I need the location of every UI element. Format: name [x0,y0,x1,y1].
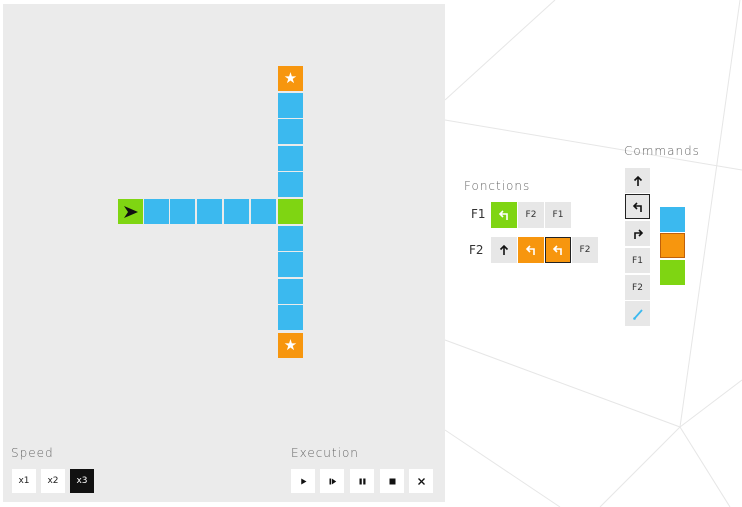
speed-x2-button[interactable]: x2 [41,469,65,493]
turn-left-icon [632,201,642,212]
stop-icon [389,478,395,484]
paint-brush-icon [632,308,643,320]
f1-slot-3[interactable]: F1 [545,202,571,228]
game-board: ★ ★ [3,4,445,502]
star-icon: ★ [283,69,298,87]
clear-button[interactable] [409,469,433,493]
stop-button[interactable] [380,469,404,493]
function-f2-label: F2 [469,243,484,257]
color-orange-swatch[interactable] [660,233,685,258]
path-cell [278,146,303,171]
turn-left-icon [498,210,508,220]
pause-icon [359,478,365,484]
command-forward[interactable] [625,168,650,193]
speed-title: Speed [11,446,54,460]
play-icon [300,478,306,484]
arrow-up-icon [633,175,642,186]
function-f1-label: F1 [471,207,486,221]
command-turn-left[interactable] [625,194,650,219]
path-cell [144,199,169,224]
turn-right-icon [633,228,643,239]
turn-left-icon [525,245,535,255]
speed-x1-button[interactable]: x1 [12,469,36,493]
command-turn-right[interactable] [625,221,650,246]
start-cell [118,199,143,224]
command-paint[interactable] [625,301,650,326]
path-cell [197,199,222,224]
functions-title: Fonctions [464,179,531,193]
f2-slot-1[interactable] [491,237,517,263]
speed-x3-button[interactable]: x3 [70,469,94,493]
pause-button[interactable] [350,469,374,493]
path-cell [278,226,303,251]
commands-title: Commands [624,144,700,158]
robot-arrow-icon [123,205,138,218]
path-cell [251,199,276,224]
play-button[interactable] [291,469,315,493]
f1-slot-2[interactable]: F2 [518,202,544,228]
execution-title: Execution [291,446,359,460]
star-icon: ★ [283,336,298,354]
star-cell: ★ [278,333,303,358]
path-cell [278,305,303,330]
arrow-up-icon [499,244,509,255]
path-cell [170,199,195,224]
path-cell [278,252,303,277]
step-icon [329,478,336,484]
command-f2[interactable]: F2 [625,275,650,300]
turn-left-icon [552,245,562,255]
step-button[interactable] [320,469,344,493]
junction-cell [278,199,303,224]
f2-slot-2[interactable] [518,237,544,263]
star-cell: ★ [278,66,303,91]
path-cell [224,199,249,224]
clear-icon [417,477,425,485]
path-cell [278,172,303,197]
f2-slot-3[interactable] [545,237,571,263]
path-cell [278,119,303,144]
path-cell [278,93,303,118]
path-cell [278,279,303,304]
color-blue-swatch[interactable] [660,207,685,232]
f1-slot-1[interactable] [491,202,517,228]
color-green-swatch[interactable] [660,260,685,285]
f2-slot-4[interactable]: F2 [572,237,598,263]
command-f1[interactable]: F1 [625,248,650,273]
